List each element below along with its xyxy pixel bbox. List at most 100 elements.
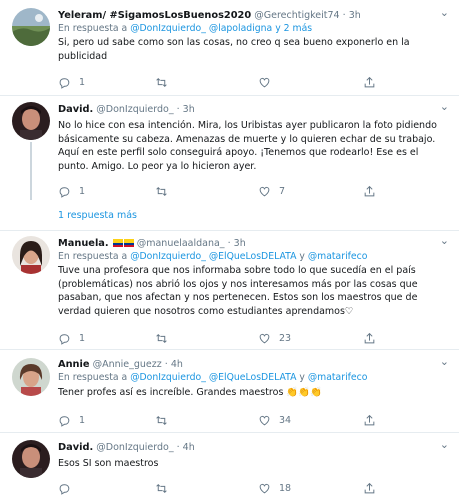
reply-mention-link[interactable]: @DonIzquierdo_ @ElQueLosDELATA xyxy=(130,251,296,262)
separator-dot: · xyxy=(176,442,180,453)
tweet-text: Si, pero ud sabe como son las cosas, no … xyxy=(58,37,410,62)
reply-count: 1 xyxy=(79,414,86,426)
tweet-text: Esos SI son maestros xyxy=(58,458,159,469)
tweet[interactable]: Yeleram/ #SigamosLosBuenos2020 @Gerechti… xyxy=(0,0,459,95)
heart-icon xyxy=(259,415,270,425)
more-options-icon[interactable]: ⌄ xyxy=(440,438,449,451)
display-name[interactable]: Yeleram/ #SigamosLosBuenos2020 xyxy=(58,10,251,21)
share-icon xyxy=(364,76,375,87)
retweet-button[interactable] xyxy=(155,413,176,427)
like-button[interactable] xyxy=(258,75,279,89)
retweet-button[interactable] xyxy=(155,331,176,345)
retweet-icon xyxy=(156,483,167,493)
timestamp[interactable]: 3h xyxy=(234,238,246,249)
timestamp[interactable]: 3h xyxy=(183,104,195,115)
reply-prefix: En respuesta a xyxy=(58,372,131,383)
reply-icon xyxy=(59,333,70,345)
share-button[interactable] xyxy=(363,184,376,198)
heart-icon xyxy=(259,186,270,196)
colombia-flag-icon xyxy=(112,239,123,247)
reply-count: 1 xyxy=(79,76,86,88)
reply-button[interactable]: 1 xyxy=(58,331,85,345)
like-button[interactable]: 7 xyxy=(258,184,285,198)
reply-mention-link[interactable]: @DonIzquierdo_ @lapoladigna xyxy=(130,23,272,34)
like-button[interactable]: 34 xyxy=(258,413,291,427)
more-options-icon[interactable]: ⌄ xyxy=(440,234,449,247)
user-handle[interactable]: @Annie_guezz xyxy=(93,359,162,370)
retweet-button[interactable] xyxy=(155,184,176,198)
like-count: 23 xyxy=(279,332,292,344)
reply-count: 1 xyxy=(79,332,86,344)
display-name[interactable]: Annie xyxy=(58,359,90,370)
heart-icon xyxy=(259,77,270,87)
heart-icon xyxy=(259,333,270,343)
separator-dot: · xyxy=(164,359,168,370)
tweet[interactable]: Annie @Annie_guezz · 4h En respuesta a @… xyxy=(0,350,459,432)
separator-dot: · xyxy=(227,238,231,249)
retweet-icon xyxy=(156,415,167,425)
timestamp[interactable]: 4h xyxy=(171,359,183,370)
reply-icon xyxy=(59,483,70,495)
avatar[interactable] xyxy=(12,440,50,478)
tweet-text: Tuve una profesora que nos informaba sob… xyxy=(58,265,418,317)
avatar[interactable] xyxy=(12,358,50,396)
reply-and: y xyxy=(296,372,308,383)
share-button[interactable] xyxy=(363,481,376,495)
reply-button[interactable] xyxy=(58,481,79,495)
like-button[interactable]: 23 xyxy=(258,331,291,345)
retweet-icon xyxy=(156,333,167,343)
display-name[interactable]: David. xyxy=(58,442,93,453)
tweet[interactable]: David. @DonIzquierdo_ · 3h No lo hice co… xyxy=(0,96,459,200)
heart-icon xyxy=(259,483,270,493)
more-options-icon[interactable]: ⌄ xyxy=(440,100,449,113)
share-button[interactable] xyxy=(363,331,376,345)
share-icon xyxy=(364,185,375,196)
tweet[interactable]: David. @DonIzquierdo_ · 4h Esos SI son m… xyxy=(0,433,459,504)
user-handle[interactable]: @Gerechtigkeit74 xyxy=(254,10,339,21)
separator-dot: · xyxy=(176,104,180,115)
reply-icon xyxy=(59,77,70,89)
timestamp[interactable]: 3h xyxy=(349,10,361,21)
avatar[interactable] xyxy=(12,102,50,140)
thread-line xyxy=(30,142,32,200)
reply-count: 1 xyxy=(79,185,86,197)
tweet-text: No lo hice con esa intención. Mira, los … xyxy=(58,120,437,172)
reply-more-link[interactable]: y 2 más xyxy=(272,23,312,34)
share-button[interactable] xyxy=(363,75,376,89)
reply-mention-link[interactable]: @matarifeco xyxy=(308,372,368,383)
display-name[interactable]: David. xyxy=(58,104,93,115)
avatar[interactable] xyxy=(12,236,50,274)
reply-mention-link[interactable]: @matarifeco xyxy=(308,251,368,262)
timestamp[interactable]: 4h xyxy=(183,442,195,453)
like-button[interactable]: 18 xyxy=(258,481,291,495)
reply-button[interactable]: 1 xyxy=(58,75,85,89)
user-handle[interactable]: @manuelaaldana_ xyxy=(137,238,225,249)
reply-thread: Yeleram/ #SigamosLosBuenos2020 @Gerechti… xyxy=(0,0,459,504)
user-handle[interactable]: @DonIzquierdo_ xyxy=(96,442,173,453)
reply-mention-link[interactable]: @DonIzquierdo_ @ElQueLosDELATA xyxy=(130,372,296,383)
share-button[interactable] xyxy=(363,413,376,427)
more-options-icon[interactable]: ⌄ xyxy=(440,355,449,368)
reply-icon xyxy=(59,186,70,198)
tweet[interactable]: Manuela. @manuelaaldana_ · 3h En respues… xyxy=(0,231,459,349)
show-more-replies-link[interactable]: 1 respuesta más xyxy=(58,210,137,221)
more-options-icon[interactable]: ⌄ xyxy=(440,6,449,19)
retweet-button[interactable] xyxy=(155,75,176,89)
retweet-button[interactable] xyxy=(155,481,176,495)
reply-icon xyxy=(59,415,70,427)
retweet-icon xyxy=(156,77,167,87)
separator-dot: · xyxy=(342,10,346,21)
reply-context: En respuesta a @DonIzquierdo_ @ElQueLosD… xyxy=(58,372,451,384)
avatar[interactable] xyxy=(12,8,50,46)
like-count: 34 xyxy=(279,414,292,426)
display-name[interactable]: Manuela. xyxy=(58,238,109,249)
user-handle[interactable]: @DonIzquierdo_ xyxy=(96,104,173,115)
tweet-text: Tener profes así es increíble. Grandes m… xyxy=(58,387,322,398)
reply-and: y xyxy=(296,251,308,262)
share-icon xyxy=(364,332,375,343)
like-count: 7 xyxy=(279,185,286,197)
reply-button[interactable]: 1 xyxy=(58,184,85,198)
reply-button[interactable]: 1 xyxy=(58,413,85,427)
reply-prefix: En respuesta a xyxy=(58,251,131,262)
like-count: 18 xyxy=(279,482,292,494)
